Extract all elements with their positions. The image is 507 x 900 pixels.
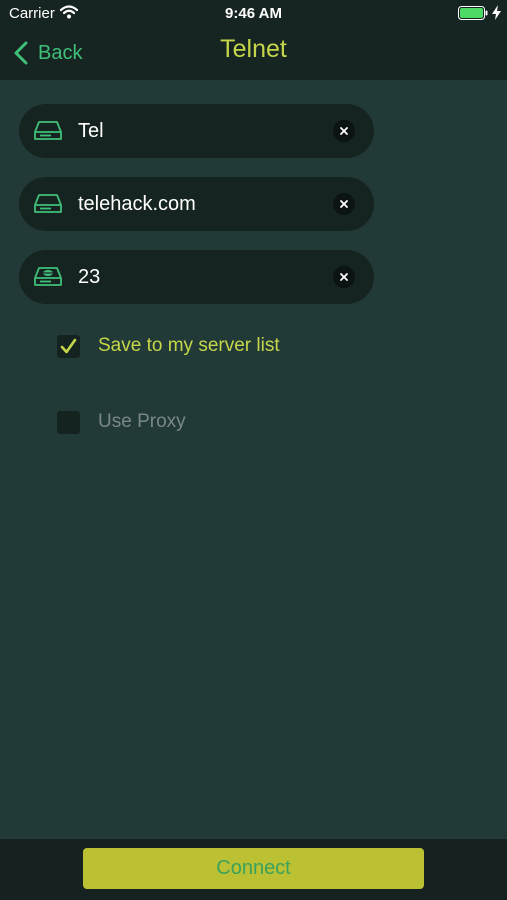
use-proxy-checkbox[interactable]	[57, 410, 80, 434]
save-to-list-checkbox[interactable]	[57, 334, 80, 358]
checkmark-icon	[60, 338, 77, 353]
drive-icon	[33, 193, 63, 220]
use-proxy-label: Use Proxy	[98, 411, 186, 432]
host-input[interactable]	[78, 191, 318, 217]
save-to-list-option[interactable]: Save to my server list	[57, 333, 280, 359]
clear-port-button[interactable]	[333, 266, 355, 288]
connect-button[interactable]: Connect	[83, 848, 424, 889]
close-icon	[340, 127, 348, 135]
charging-icon	[492, 5, 501, 24]
status-time: 9:46 AM	[225, 5, 282, 22]
back-button[interactable]: Back	[14, 38, 82, 68]
clear-name-button[interactable]	[333, 120, 355, 142]
bottom-bar: Connect	[0, 839, 507, 900]
save-to-list-label: Save to my server list	[98, 335, 280, 356]
drive-port-icon	[33, 266, 63, 293]
server-name-input[interactable]	[78, 118, 318, 144]
port-input[interactable]	[78, 264, 318, 290]
server-name-field	[19, 104, 374, 158]
status-bar: Carrier 9:46 AM	[0, 0, 507, 28]
use-proxy-option[interactable]: Use Proxy	[57, 409, 186, 435]
battery-icon	[458, 6, 488, 24]
back-label: Back	[38, 41, 83, 64]
drive-icon	[33, 120, 63, 147]
top-bar: Carrier 9:46 AM Back Telnet	[0, 0, 507, 80]
close-icon	[340, 273, 348, 281]
clear-host-button[interactable]	[333, 193, 355, 215]
chevron-left-icon	[14, 41, 28, 65]
host-field	[19, 177, 374, 231]
close-icon	[340, 200, 348, 208]
port-field	[19, 250, 374, 304]
